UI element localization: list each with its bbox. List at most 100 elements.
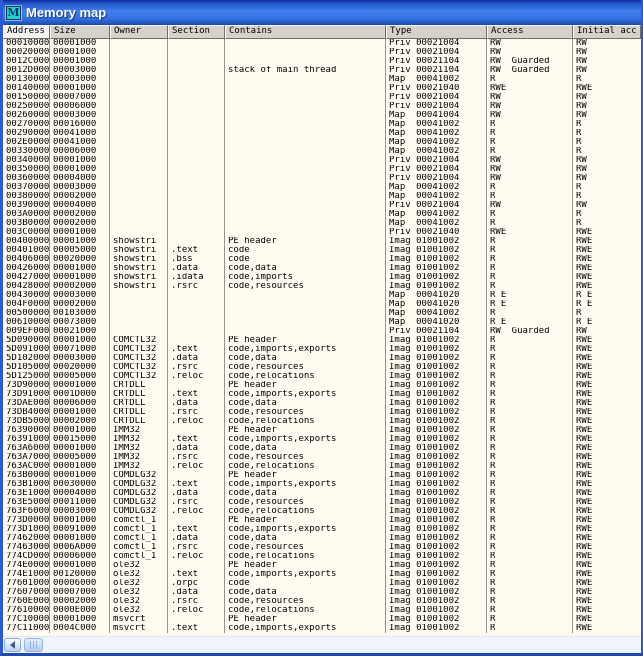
table-row[interactable]: 5D105000 00020000 COMCTL32 .rsrc code,re… [3, 363, 641, 372]
table-row[interactable]: 77610000 0000E000 ole32 .reloc code,relo… [3, 606, 641, 615]
ollydbg-window-icon[interactable]: M [6, 6, 21, 20]
table-row[interactable]: 763B0000 00001000 COMDLG32 PE header Ima… [3, 471, 641, 480]
cell-contains: code,resources [225, 282, 386, 291]
table-row[interactable]: 00380000 00002000 Map 00041002 R R [3, 192, 641, 201]
column-header-type[interactable]: Type [386, 25, 487, 39]
cell-owner [110, 165, 168, 174]
table-row[interactable]: 004F0000 00002000 Map 00041020 R E R E [3, 300, 641, 309]
table-row[interactable]: 00130000 00003000 Map 00041002 R R [3, 75, 641, 84]
table-row[interactable]: 003B0000 00002000 Map 00041002 R R [3, 219, 641, 228]
table-row[interactable]: 77607000 00007000 ole32 .data code,data … [3, 588, 641, 597]
column-header-contains[interactable]: Contains [225, 25, 386, 39]
table-row[interactable]: 76391000 00015000 IMM32 .text code,impor… [3, 435, 641, 444]
column-header-initial-access[interactable]: Initial acc [573, 25, 641, 39]
table-row[interactable]: 5D125000 00005000 COMCTL32 .reloc code,r… [3, 372, 641, 381]
table-row[interactable]: 77462000 00001000 comctl_1 .data code,da… [3, 534, 641, 543]
table-row[interactable]: 00350000 00001000 Priv 00021004 RW RW [3, 165, 641, 174]
table-row[interactable]: 00426000 00001000 showstri .data code,da… [3, 264, 641, 273]
table-row[interactable]: 00390000 00004000 Priv 00021004 RW RW [3, 201, 641, 210]
table-row[interactable]: 00270000 00016000 Map 00041002 R R [3, 120, 641, 129]
table-row[interactable]: 77C10000 00001000 msvcrt PE header Imag … [3, 615, 641, 624]
table-row[interactable]: 00150000 00007000 Priv 00021004 RW RW [3, 93, 641, 102]
cell-address: 763E1000 [3, 489, 50, 498]
table-row[interactable]: 774E0000 00001000 ole32 PE header Imag 0… [3, 561, 641, 570]
cell-initial-access: RWE [573, 588, 641, 597]
table-row[interactable]: 00360000 00004000 Priv 00021004 RW RW [3, 174, 641, 183]
table-row[interactable]: 73DB5000 00002000 CRTDLL .reloc code,rel… [3, 417, 641, 426]
table-row[interactable]: 003C0000 00001000 Priv 00021040 RWE RWE [3, 228, 641, 237]
table-row[interactable]: 763F6000 00003000 COMDLG32 .reloc code,r… [3, 507, 641, 516]
table-row[interactable]: 00428000 00002000 showstri .rsrc code,re… [3, 282, 641, 291]
cell-owner: COMCTL32 [110, 345, 168, 354]
table-row[interactable]: 00340000 00001000 Priv 00021004 RW RW [3, 156, 641, 165]
table-row[interactable]: 774E1000 00120000 ole32 .text code,impor… [3, 570, 641, 579]
table-row[interactable]: 00290000 00041000 Map 00041002 R R [3, 129, 641, 138]
table-row[interactable]: 77463000 0006A000 comctl_1 .rsrc code,re… [3, 543, 641, 552]
table-row[interactable]: 002E0000 00041000 Map 00041002 R R [3, 138, 641, 147]
table-row[interactable]: 763A6000 00001000 IMM32 .data code,data … [3, 444, 641, 453]
table-row[interactable]: 00260000 00003000 Map 00041004 RW RW [3, 111, 641, 120]
cell-access: R [487, 255, 573, 264]
cell-section [168, 327, 225, 336]
table-row[interactable]: 00250000 00006000 Priv 00021004 RW RW [3, 102, 641, 111]
table-row[interactable]: 00140000 00001000 Priv 00021040 RWE RWE [3, 84, 641, 93]
table-row[interactable]: 77601000 00006000 ole32 .orpc code Imag … [3, 579, 641, 588]
table-row[interactable]: 009EF000 00021000 Priv 00021104 RW Guard… [3, 327, 641, 336]
horizontal-scrollbar[interactable] [3, 636, 641, 653]
table-row[interactable]: 00330000 00006000 Map 00041002 R R [3, 147, 641, 156]
table-row[interactable]: 5D102000 00003000 COMCTL32 .data code,da… [3, 354, 641, 363]
table-row[interactable]: 00020000 00001000 Priv 00021004 RW RW [3, 48, 641, 57]
cell-initial-access: RWE [573, 597, 641, 606]
scrollbar-thumb[interactable] [24, 638, 43, 652]
table-row[interactable]: 763E5000 00011000 COMDLG32 .rsrc code,re… [3, 498, 641, 507]
table-row[interactable]: 73DAE000 00006000 CRTDLL .data code,data… [3, 399, 641, 408]
cell-type: Imag 01001002 [386, 579, 487, 588]
cell-size: 00002000 [50, 300, 110, 309]
table-row[interactable]: 003A0000 00002000 Map 00041002 R R [3, 210, 641, 219]
table-row[interactable]: 76390000 00001000 IMM32 PE header Imag 0… [3, 426, 641, 435]
table-row[interactable]: 763AC000 00001000 IMM32 .reloc code,relo… [3, 462, 641, 471]
table-row[interactable]: 00401000 00005000 showstri .text code Im… [3, 246, 641, 255]
column-header-owner[interactable]: Owner [110, 25, 168, 39]
table-row[interactable]: 73D90000 00001000 CRTDLL PE header Imag … [3, 381, 641, 390]
table-row[interactable]: 763B1000 00030000 COMDLG32 .text code,im… [3, 480, 641, 489]
column-header-size[interactable]: Size [50, 25, 110, 39]
table-row[interactable]: 0012D000 00003000 stack of main thread P… [3, 66, 641, 75]
table-row[interactable]: 5D090000 00001000 COMCTL32 PE header Ima… [3, 336, 641, 345]
cell-size: 00002000 [50, 210, 110, 219]
title-bar[interactable]: M Memory map [3, 0, 641, 25]
cell-section: .data [168, 489, 225, 498]
cell-owner: COMCTL32 [110, 336, 168, 345]
table-row[interactable]: 763A7000 00005000 IMM32 .rsrc code,resou… [3, 453, 641, 462]
table-row[interactable]: 00406000 00020000 showstri .bss code Ima… [3, 255, 641, 264]
cell-owner [110, 156, 168, 165]
table-row[interactable]: 763E1000 00004000 COMDLG32 .data code,da… [3, 489, 641, 498]
table-row[interactable]: 00427000 00001000 showstri .idata code,i… [3, 273, 641, 282]
table-row[interactable]: 00500000 00103000 Map 00041002 R R [3, 309, 641, 318]
table-row[interactable]: 00370000 00003000 Map 00041002 R R [3, 183, 641, 192]
column-header-section[interactable]: Section [168, 25, 225, 39]
table-row[interactable]: 0012C000 00001000 Priv 00021104 RW Guard… [3, 57, 641, 66]
cell-section [168, 561, 225, 570]
table-row[interactable]: 773D1000 00091000 comctl_1 .text code,im… [3, 525, 641, 534]
scroll-left-button[interactable] [4, 638, 21, 652]
table-row[interactable]: 77C11000 0004C000 msvcrt .text code,impo… [3, 624, 641, 633]
table-row[interactable]: 00610000 00073000 Map 00041020 R E R E [3, 318, 641, 327]
cell-access: R [487, 588, 573, 597]
column-header-access[interactable]: Access [487, 25, 573, 39]
table-row[interactable]: 773D0000 00001000 comctl_1 PE header Ima… [3, 516, 641, 525]
cell-access: R [487, 489, 573, 498]
table-row[interactable]: 774CD000 00006000 comctl_1 .reloc code,r… [3, 552, 641, 561]
table-row[interactable]: 5D091000 00071000 COMCTL32 .text code,im… [3, 345, 641, 354]
table-row[interactable]: 00430000 00003000 Map 00041020 R E R E [3, 291, 641, 300]
table-row[interactable]: 73DB4000 00001000 CRTDLL .rsrc code,reso… [3, 408, 641, 417]
table-row[interactable]: 7760E000 00002000 ole32 .rsrc code,resou… [3, 597, 641, 606]
column-header-address[interactable]: Address [3, 25, 50, 39]
table-row[interactable]: 00010000 00001000 Priv 00021004 RW RW [3, 39, 641, 48]
cell-address: 00020000 [3, 48, 50, 57]
cell-access: R [487, 471, 573, 480]
cell-access: R [487, 606, 573, 615]
table-row[interactable]: 73D91000 0001D000 CRTDLL .text code,impo… [3, 390, 641, 399]
cell-size: 00004000 [50, 201, 110, 210]
table-row[interactable]: 00400000 00001000 showstri PE header Ima… [3, 237, 641, 246]
